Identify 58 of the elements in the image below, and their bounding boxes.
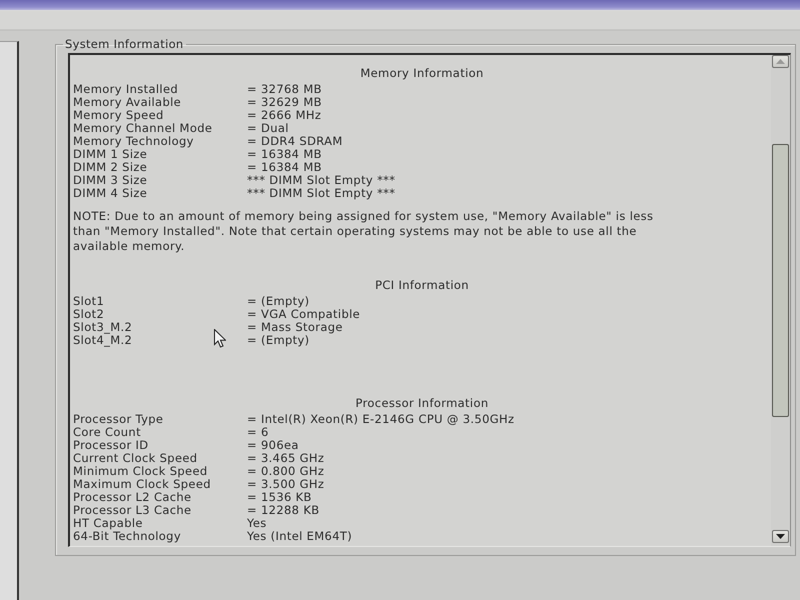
- scrollbar-thumb[interactable]: [772, 144, 789, 417]
- field-label: Processor ID: [73, 439, 148, 452]
- field-label: Current Clock Speed: [73, 452, 198, 465]
- scrollbar-track[interactable]: [771, 55, 790, 546]
- field-value: = 3.500 GHz: [247, 478, 324, 491]
- field-value: = Mass Storage: [247, 321, 343, 334]
- field-label: Slot1: [73, 295, 104, 308]
- field-value: = 6: [247, 426, 269, 439]
- field-value: = DDR4 SDRAM: [247, 135, 343, 148]
- field-label: Memory Channel Mode: [73, 122, 212, 135]
- field-value: = 32629 MB: [247, 96, 322, 109]
- field-label: Slot2: [73, 308, 104, 321]
- field-label: HT Capable: [73, 517, 143, 530]
- field-value: *** DIMM Slot Empty ***: [247, 174, 396, 187]
- up-arrow-icon: [776, 59, 785, 64]
- down-arrow-icon: [776, 534, 785, 539]
- field-value: = (Empty): [247, 295, 310, 308]
- field-value: *** DIMM Slot Empty ***: [247, 187, 396, 200]
- group-title: System Information: [64, 37, 185, 51]
- field-value: = 2666 MHz: [247, 109, 322, 122]
- field-value: = 0.800 GHz: [247, 465, 324, 478]
- field-label: Slot3_M.2: [73, 321, 132, 334]
- field-value: = 12288 KB: [247, 504, 320, 517]
- field-label: Memory Available: [73, 96, 182, 109]
- field-label: Minimum Clock Speed: [73, 465, 208, 478]
- section-heading: Processor Information: [354, 396, 490, 410]
- field-label: DIMM 2 Size: [73, 161, 148, 174]
- field-label: Maximum Clock Speed: [73, 478, 211, 491]
- cursor-icon: [214, 329, 226, 348]
- field-label: Processor L3 Cache: [73, 504, 192, 517]
- field-value: = 32768 MB: [247, 83, 322, 96]
- field-value: = 3.465 GHz: [247, 452, 324, 465]
- field-label: 64-Bit Technology: [73, 530, 181, 543]
- field-label: Memory Technology: [73, 135, 194, 148]
- field-label: Processor Type: [73, 413, 164, 426]
- field-value: = 16384 MB: [247, 148, 322, 161]
- field-value: = 1536 KB: [247, 491, 312, 504]
- field-value: = 906ea: [247, 439, 299, 452]
- scroll-up-button[interactable]: [772, 55, 789, 68]
- field-label: Core Count: [73, 426, 141, 439]
- field-value: Yes (Intel EM64T): [247, 530, 352, 543]
- field-value: = Intel(R) Xeon(R) E-2146G CPU @ 3.50GHz: [247, 413, 514, 426]
- section-heading: PCI Information: [374, 278, 470, 292]
- field-label: Memory Speed: [73, 109, 164, 122]
- field-value: = VGA Compatible: [247, 308, 360, 321]
- field-label: Memory Installed: [73, 83, 178, 96]
- field-label: DIMM 1 Size: [73, 148, 148, 161]
- field-label: DIMM 3 Size: [73, 174, 148, 187]
- scroll-down-button[interactable]: [772, 530, 789, 543]
- field-value: = Dual: [247, 122, 289, 135]
- field-label: Slot4_M.2: [73, 334, 132, 347]
- field-value: = 16384 MB: [247, 161, 322, 174]
- field-label: Processor L2 Cache: [73, 491, 192, 504]
- note-text: NOTE: Due to an amount of memory being assigned for system use, "Memory Available" is less than "Memory Installed". Note that certain operating systems may not be able to use all the available memory.: [73, 209, 654, 254]
- section-heading: Memory Information: [359, 66, 485, 80]
- field-value: = (Empty): [247, 334, 310, 347]
- field-value: Yes: [247, 517, 267, 530]
- field-label: DIMM 4 Size: [73, 187, 148, 200]
